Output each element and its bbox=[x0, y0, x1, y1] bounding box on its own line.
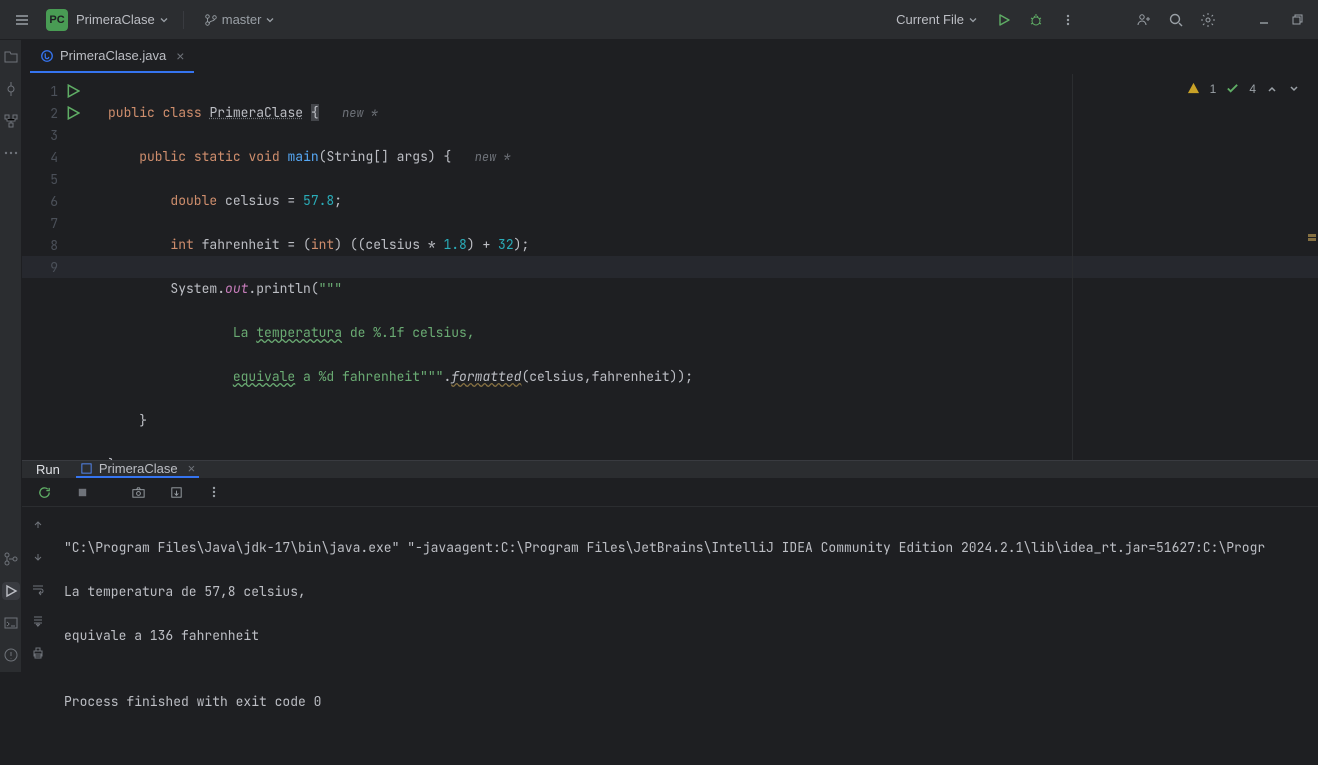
console-line: Process finished with exit code 0 bbox=[64, 691, 1308, 713]
editor-tab-bar: PrimeraClase.java × bbox=[22, 40, 1318, 74]
git-tool-icon[interactable] bbox=[2, 550, 20, 568]
line-number: 6 bbox=[22, 193, 66, 210]
chevron-down-icon bbox=[265, 15, 275, 25]
up-stack-icon[interactable] bbox=[28, 515, 48, 535]
minimize-window-icon[interactable] bbox=[1250, 6, 1278, 34]
chevron-down-icon bbox=[159, 15, 169, 25]
soft-wrap-icon[interactable] bbox=[28, 579, 48, 599]
close-tab-icon[interactable]: × bbox=[176, 48, 184, 64]
line-number: 9 bbox=[22, 259, 66, 276]
line-number: 5 bbox=[22, 171, 66, 188]
project-name-label: PrimeraClase bbox=[76, 12, 155, 27]
restore-window-icon[interactable] bbox=[1282, 6, 1310, 34]
export-icon[interactable] bbox=[162, 478, 190, 506]
debug-button[interactable] bbox=[1022, 6, 1050, 34]
error-stripe[interactable] bbox=[1306, 74, 1318, 460]
branch-label: master bbox=[222, 12, 262, 27]
project-selector[interactable]: PrimeraClase bbox=[72, 12, 173, 27]
run-toolbar bbox=[22, 478, 1318, 507]
run-app-icon bbox=[80, 462, 93, 475]
run-tool-icon[interactable] bbox=[2, 582, 20, 600]
stop-button[interactable] bbox=[68, 478, 96, 506]
console-line: "C:\Program Files\Java\jdk-17\bin\java.e… bbox=[64, 537, 1308, 559]
code-editor[interactable]: 1 4 1 2 3 4 5 6 7 8 9 public class Prime… bbox=[22, 74, 1318, 460]
line-number: 1 bbox=[22, 83, 66, 100]
search-icon[interactable] bbox=[1162, 6, 1190, 34]
editor-tab[interactable]: PrimeraClase.java × bbox=[30, 40, 194, 73]
print-icon[interactable] bbox=[28, 643, 48, 663]
project-tool-icon[interactable] bbox=[2, 48, 20, 66]
scroll-end-icon[interactable] bbox=[28, 611, 48, 631]
console-output[interactable]: "C:\Program Files\Java\jdk-17\bin\java.e… bbox=[54, 507, 1318, 765]
run-title[interactable]: Run bbox=[32, 461, 64, 478]
line-number: 8 bbox=[22, 237, 66, 254]
rerun-button[interactable] bbox=[30, 478, 58, 506]
left-tool-rail bbox=[0, 40, 22, 672]
more-tool-icon[interactable] bbox=[2, 144, 20, 162]
down-stack-icon[interactable] bbox=[28, 547, 48, 567]
title-bar: PC PrimeraClase master Current File bbox=[0, 0, 1318, 40]
java-file-icon bbox=[40, 49, 54, 63]
more-run-icon[interactable] bbox=[200, 478, 228, 506]
run-config-tab-label: PrimeraClase bbox=[99, 461, 178, 476]
tab-label: PrimeraClase.java bbox=[60, 48, 166, 63]
git-branch-selector[interactable]: master bbox=[204, 12, 276, 27]
run-gutter-icon[interactable] bbox=[66, 106, 80, 120]
commit-tool-icon[interactable] bbox=[2, 80, 20, 98]
chevron-down-icon bbox=[968, 15, 978, 25]
run-button[interactable] bbox=[990, 6, 1018, 34]
main-area: PrimeraClase.java × 1 4 1 2 3 4 5 6 bbox=[22, 40, 1318, 672]
console-line: La temperatura de 57,8 celsius, bbox=[64, 581, 1308, 603]
code-content[interactable]: public class PrimeraClase { new * public… bbox=[108, 80, 1306, 460]
run-tool-window: Run PrimeraClase × "C:\Program Fi bbox=[22, 460, 1318, 672]
branch-icon bbox=[204, 13, 218, 27]
stripe-mark[interactable] bbox=[1308, 238, 1316, 241]
console-line: equivale a 136 fahrenheit bbox=[64, 625, 1308, 647]
main-menu-icon[interactable] bbox=[8, 6, 36, 34]
terminal-tool-icon[interactable] bbox=[2, 614, 20, 632]
line-number: 3 bbox=[22, 127, 66, 144]
console-toolbar bbox=[22, 507, 54, 765]
settings-icon[interactable] bbox=[1194, 6, 1222, 34]
camera-icon[interactable] bbox=[124, 478, 152, 506]
run-config-selector[interactable]: Current File bbox=[888, 12, 986, 27]
run-tabs-bar: Run PrimeraClase × bbox=[22, 461, 1318, 478]
stripe-mark[interactable] bbox=[1308, 234, 1316, 237]
project-badge: PC bbox=[46, 9, 68, 31]
line-number: 4 bbox=[22, 149, 66, 166]
run-config-label: Current File bbox=[896, 12, 964, 27]
structure-tool-icon[interactable] bbox=[2, 112, 20, 130]
gutter[interactable]: 1 2 3 4 5 6 7 8 9 bbox=[22, 80, 102, 278]
run-config-tab[interactable]: PrimeraClase × bbox=[76, 461, 199, 478]
more-actions-icon[interactable] bbox=[1054, 6, 1082, 34]
line-number: 2 bbox=[22, 105, 66, 122]
code-with-me-icon[interactable] bbox=[1130, 6, 1158, 34]
problems-tool-icon[interactable] bbox=[2, 646, 20, 664]
run-gutter-icon[interactable] bbox=[66, 84, 80, 98]
line-number: 7 bbox=[22, 215, 66, 232]
close-run-tab-icon[interactable]: × bbox=[188, 461, 196, 476]
